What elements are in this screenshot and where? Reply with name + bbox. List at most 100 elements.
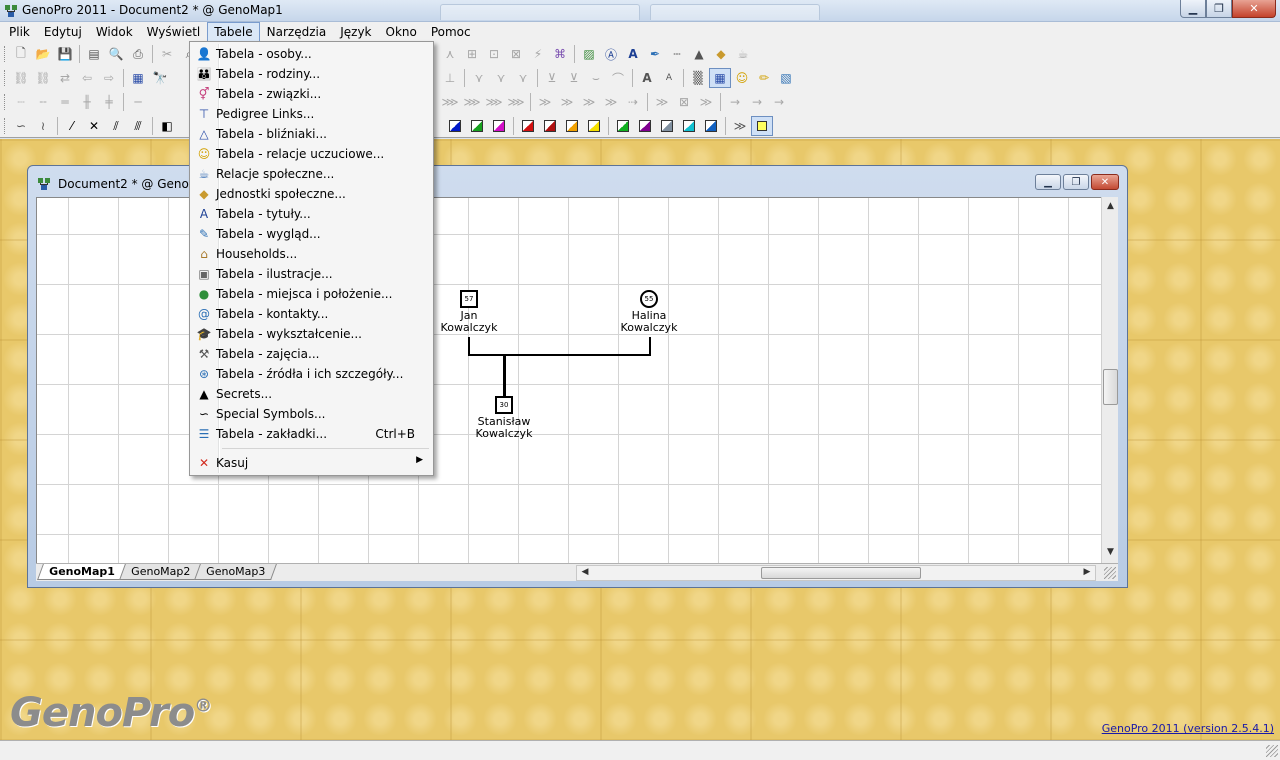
wave-line-icon[interactable]: ∽ bbox=[10, 116, 32, 136]
color-purple-swatch[interactable] bbox=[634, 116, 656, 136]
triple-slash-icon[interactable]: ⫻ bbox=[127, 116, 149, 136]
grid-snap-icon[interactable]: ▦ bbox=[709, 68, 731, 88]
bracket-2-icon[interactable]: ⌒ bbox=[607, 68, 629, 88]
color-darkred-swatch[interactable] bbox=[539, 116, 561, 136]
highlight-icon[interactable]: ✏ bbox=[753, 68, 775, 88]
menu-item-households[interactable]: ⌂ Households... bbox=[192, 244, 431, 264]
emotion-icon[interactable]: ☺ bbox=[731, 68, 753, 88]
color-blue-swatch[interactable] bbox=[444, 116, 466, 136]
menu-item-tabela-miejsca-i-polozenie[interactable]: ● Tabela - miejsca i położenie... bbox=[192, 284, 431, 304]
double-slash-icon[interactable]: ⫽ bbox=[105, 116, 127, 136]
color-cyan-swatch[interactable] bbox=[678, 116, 700, 136]
scroll-down-button[interactable]: ▼ bbox=[1104, 547, 1117, 561]
menu-pomoc[interactable]: Pomoc bbox=[424, 22, 478, 42]
forward-arrow-icon[interactable]: ⇨ bbox=[98, 68, 120, 88]
color-red-swatch[interactable] bbox=[517, 116, 539, 136]
pedigree-2-icon[interactable]: ⋎ bbox=[490, 68, 512, 88]
menu-okno[interactable]: Okno bbox=[379, 22, 424, 42]
relation-6-icon[interactable]: ≫ bbox=[556, 92, 578, 112]
scroll-left-button[interactable]: ◀ bbox=[578, 567, 592, 580]
label-frame-icon[interactable]: Ⓐ bbox=[600, 44, 622, 64]
menu-item-tabela-zajecia[interactable]: ⚒ Tabela - zajęcia... bbox=[192, 344, 431, 364]
close-button[interactable]: ✕ bbox=[1232, 0, 1276, 18]
menu-item-tabela-wyglad[interactable]: ✎ Tabela - wygląd... bbox=[192, 224, 431, 244]
menu-item-tabela-wyksztalcenie[interactable]: 🎓 Tabela - wykształcenie... bbox=[192, 324, 431, 344]
pen-icon[interactable]: ✒ bbox=[644, 44, 666, 64]
merge-icon[interactable]: ⇄ bbox=[54, 68, 76, 88]
color-gray-swatch[interactable] bbox=[656, 116, 678, 136]
document-close-button[interactable]: ✕ bbox=[1091, 174, 1119, 190]
back-arrow-icon[interactable]: ⇦ bbox=[76, 68, 98, 88]
menu-item-jednostki-spoleczne[interactable]: ◆ Jednostki społeczne... bbox=[192, 184, 431, 204]
relation-15-icon[interactable]: → bbox=[768, 92, 790, 112]
layout-icon[interactable]: ⌘ bbox=[549, 44, 571, 64]
page-setup-icon[interactable]: ▤ bbox=[83, 44, 105, 64]
open-folder-icon[interactable]: 📂 bbox=[32, 44, 54, 64]
highlight-box-icon[interactable] bbox=[751, 116, 773, 136]
menu-item-tabela-relacje-uczuciowe[interactable]: ☺ Tabela - relacje uczuciowe... bbox=[192, 144, 431, 164]
solid-line-icon[interactable]: ─ bbox=[127, 92, 149, 112]
menu-plik[interactable]: Plik bbox=[2, 22, 37, 42]
menu-item-tabela-rodziny[interactable]: 👪 Tabela - rodziny... bbox=[192, 64, 431, 84]
relation-11-icon[interactable]: ⊠ bbox=[673, 92, 695, 112]
menu-item-relacje-spoleczne[interactable]: ☕ Relacje społeczne... bbox=[192, 164, 431, 184]
font-smaller-icon[interactable]: A bbox=[658, 68, 680, 88]
family-node-icon[interactable]: ⊥ bbox=[439, 68, 461, 88]
person-stanislaw[interactable]: 30 Stanisław Kowalczyk bbox=[449, 396, 559, 440]
menu-jezyk[interactable]: Język bbox=[333, 22, 378, 42]
horizontal-scrollbar[interactable]: ◀ ▶ bbox=[576, 565, 1096, 581]
pedigree-3-icon[interactable]: ⋎ bbox=[512, 68, 534, 88]
minimize-button[interactable]: ▁ bbox=[1180, 0, 1206, 18]
document-restore-button[interactable]: ❐ bbox=[1063, 174, 1089, 190]
color-lime-swatch[interactable] bbox=[612, 116, 634, 136]
menu-wyswietl[interactable]: Wyświetl bbox=[140, 22, 208, 42]
relation-5-icon[interactable]: ≫ bbox=[534, 92, 556, 112]
twins-icon[interactable]: ⋏ bbox=[439, 44, 461, 64]
toolbar-grip[interactable] bbox=[4, 94, 7, 110]
menu-item-tabela-blizniaki[interactable]: △ Tabela - bliźniaki... bbox=[192, 124, 431, 144]
text-icon[interactable]: A bbox=[622, 44, 644, 64]
resize-grip[interactable] bbox=[1104, 567, 1116, 579]
tab-genomap2[interactable]: GenoMap2 bbox=[118, 564, 202, 580]
menu-tabele[interactable]: Tabele bbox=[207, 22, 260, 42]
tree-2-icon[interactable]: ⊻ bbox=[563, 68, 585, 88]
relation-13-icon[interactable]: → bbox=[724, 92, 746, 112]
separated-icon[interactable]: ╫ bbox=[76, 92, 98, 112]
version-link[interactable]: GenoPro 2011 (version 2.5.4.1) bbox=[1102, 722, 1274, 735]
horizontal-scroll-thumb[interactable] bbox=[761, 567, 921, 579]
table-view-icon[interactable]: ▦ bbox=[127, 68, 149, 88]
double-dash-icon[interactable]: ═ bbox=[54, 92, 76, 112]
picture-icon[interactable]: ▨ bbox=[578, 44, 600, 64]
unlink-icon[interactable]: ⛓ bbox=[32, 68, 54, 88]
more-arrow-icon[interactable]: ≫ bbox=[729, 116, 751, 136]
menu-item-pedigree-links[interactable]: ⊤ Pedigree Links... bbox=[192, 104, 431, 124]
menu-item-special-symbols[interactable]: ∽ Special Symbols... bbox=[192, 404, 431, 424]
vertical-scrollbar[interactable]: ▲ ▼ bbox=[1101, 197, 1118, 563]
toolbar-grip[interactable] bbox=[4, 70, 7, 86]
menu-item-tabela-osoby[interactable]: 👤 Tabela - osoby... bbox=[192, 44, 431, 64]
relation-10-icon[interactable]: ≫ bbox=[651, 92, 673, 112]
report-icon[interactable]: ▧ bbox=[775, 68, 797, 88]
link-icon[interactable]: ⛓ bbox=[10, 68, 32, 88]
maximize-button[interactable]: ❐ bbox=[1206, 0, 1232, 18]
toolbar-grip[interactable] bbox=[4, 46, 7, 62]
grid-icon[interactable]: ▒ bbox=[687, 68, 709, 88]
menu-item-secrets[interactable]: ▲ Secrets... bbox=[192, 384, 431, 404]
color-navy-swatch[interactable] bbox=[700, 116, 722, 136]
pedigree-icon[interactable]: ⊞ bbox=[461, 44, 483, 64]
relation-14-icon[interactable]: → bbox=[746, 92, 768, 112]
divorced-icon[interactable]: ╪ bbox=[98, 92, 120, 112]
relation-2-icon[interactable]: ⋙ bbox=[461, 92, 483, 112]
color-orange-swatch[interactable] bbox=[561, 116, 583, 136]
family-link-icon[interactable]: ⊡ bbox=[483, 44, 505, 64]
toolbar-grip[interactable] bbox=[4, 118, 7, 134]
bracket-1-icon[interactable]: ⌣ bbox=[585, 68, 607, 88]
tab-genomap3[interactable]: GenoMap3 bbox=[194, 564, 278, 580]
menu-item-tabela-tytuly[interactable]: A Tabela - tytuły... bbox=[192, 204, 431, 224]
menu-item-tabela-zwiazki[interactable]: ⚥ Tabela - związki... bbox=[192, 84, 431, 104]
relation-4-icon[interactable]: ⋙ bbox=[505, 92, 527, 112]
print-preview-icon[interactable]: 🔍 bbox=[105, 44, 127, 64]
relation-9-icon[interactable]: ⇢ bbox=[622, 92, 644, 112]
menu-widok[interactable]: Widok bbox=[89, 22, 140, 42]
relation-12-icon[interactable]: ≫ bbox=[695, 92, 717, 112]
